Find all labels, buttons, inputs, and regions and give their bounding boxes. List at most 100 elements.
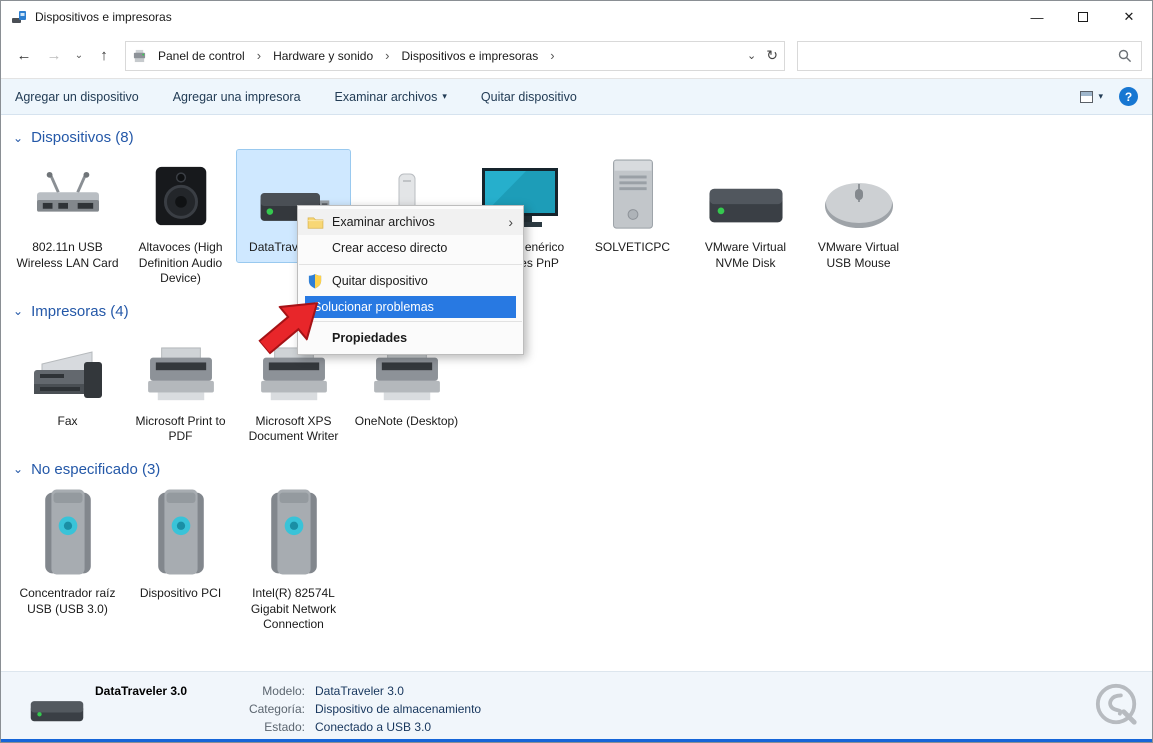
back-button[interactable]: ← (11, 42, 37, 70)
section-title: No especificado (3) (31, 460, 161, 478)
add-printer-button[interactable]: Agregar una impresora (173, 90, 301, 104)
add-device-button[interactable]: Agregar un dispositivo (15, 90, 139, 104)
devices-and-printers-window: { "window": { "title": "Dispositivos e i… (0, 0, 1153, 743)
remove-device-button[interactable]: Quitar dispositivo (481, 90, 577, 104)
section-header-no-especificado[interactable]: ⌄ No especificado (3) (13, 461, 1152, 478)
navigation-bar: ← → ⌄ ↑ Panel de control › Hardware y so… (1, 33, 1152, 79)
breadcrumb-item-panel-de-control[interactable]: Panel de control (153, 46, 250, 66)
speaker-icon (146, 154, 216, 236)
breadcrumb-item-dispositivos-e-impresoras[interactable]: Dispositivos e impresoras (396, 46, 543, 66)
menu-separator (299, 321, 522, 322)
device-label: Altavoces (High Definition Audio Device) (138, 240, 223, 286)
view-dropdown-caret-icon: ▾ (1098, 91, 1103, 101)
printer-tile-fax[interactable]: Fax (11, 324, 124, 436)
printer-label: Microsoft Print to PDF (135, 413, 226, 444)
property-label: Estado: (264, 720, 305, 734)
printer-icon (141, 328, 221, 410)
menu-item-label: Crear acceso directo (332, 241, 448, 255)
close-button[interactable]: ✕ (1106, 1, 1152, 33)
device-tile-intel-gigabit-network[interactable]: Intel(R) 82574L Gigabit Network Connecti… (237, 482, 350, 639)
minimize-button[interactable]: — (1014, 1, 1060, 33)
generic-device-icon (265, 486, 323, 582)
printer-tile-microsoft-print-to-pdf[interactable]: Microsoft Print to PDF (124, 324, 237, 451)
menu-item-label: Solucionar problemas (313, 300, 434, 314)
browse-files-button[interactable]: Examinar archivos ▾ (335, 90, 447, 104)
add-device-label: Agregar un dispositivo (15, 89, 139, 104)
property-value: Conectado a USB 3.0 (315, 720, 432, 734)
property-value: DataTraveler 3.0 (315, 684, 404, 698)
stylus-watermark-icon (1094, 682, 1140, 731)
devices-grid: 802.11n USB Wireless LAN Card Altavoces … (11, 149, 1152, 293)
window-bottom-accent (1, 739, 1152, 742)
titlebar: Dispositivos e impresoras — ✕ (1, 1, 1152, 33)
maximize-icon (1078, 12, 1088, 22)
breadcrumb-separator-icon: › (256, 48, 262, 63)
uac-shield-icon (306, 273, 324, 289)
collapse-chevron-icon: ⌄ (13, 462, 24, 477)
menu-separator (299, 264, 522, 265)
printer-label: OneNote (Desktop) (354, 413, 459, 428)
menu-item-label: Examinar archivos (332, 215, 435, 229)
wireless-lan-card-icon (28, 154, 108, 236)
property-row-estado: Estado: Conectado a USB 3.0 (227, 718, 481, 736)
refresh-icon[interactable]: ↻ (766, 47, 778, 64)
menu-item-solucionar-problemas[interactable]: Solucionar problemas (305, 296, 516, 318)
device-tile-altavoces[interactable]: Altavoces (High Definition Audio Device) (124, 150, 237, 293)
menu-item-crear-acceso-directo[interactable]: Crear acceso directo (298, 235, 523, 261)
device-tile-dispositivo-pci[interactable]: Dispositivo PCI (124, 482, 237, 608)
device-tile-concentrador-raiz-usb[interactable]: Concentrador raíz USB (USB 3.0) (11, 482, 124, 623)
menu-item-propiedades[interactable]: Propiedades (298, 325, 523, 351)
search-input[interactable] (798, 41, 1109, 70)
device-properties: Modelo: DataTraveler 3.0 Categoría: Disp… (227, 682, 481, 736)
location-icon (132, 49, 147, 63)
device-label: Concentrador raíz USB (USB 3.0) (19, 585, 116, 616)
app-icon (11, 9, 27, 25)
view-icon (1080, 90, 1094, 103)
window-controls: — ✕ (1014, 1, 1152, 33)
command-bar: Agregar un dispositivo Agregar una impre… (1, 79, 1152, 115)
change-view-button[interactable]: ▾ (1080, 90, 1103, 103)
window-title: Dispositivos e impresoras (35, 10, 172, 24)
maximize-button[interactable] (1060, 1, 1106, 33)
breadcrumb-separator-icon: › (385, 48, 390, 63)
device-label: Intel(R) 82574L Gigabit Network Connecti… (250, 585, 337, 632)
property-row-categoria: Categoría: Dispositivo de almacenamiento (227, 700, 481, 718)
device-tile-wireless-lan-card[interactable]: 802.11n USB Wireless LAN Card (11, 150, 124, 277)
menu-item-label: Quitar dispositivo (332, 274, 428, 288)
breadcrumb-item-hardware-y-sonido[interactable]: Hardware y sonido (268, 46, 378, 66)
dropdown-caret-icon: ▾ (442, 91, 447, 101)
collapse-chevron-icon: ⌄ (13, 304, 24, 319)
section-header-dispositivos[interactable]: ⌄ Dispositivos (8) (13, 129, 1152, 146)
disk-drive-icon (704, 154, 788, 236)
device-label: VMware Virtual NVMe Disk (704, 240, 787, 270)
device-tile-vmware-nvme-disk[interactable]: VMware Virtual NVMe Disk (689, 150, 802, 277)
folder-icon (306, 216, 324, 229)
device-label: SOLVETICPC (594, 240, 671, 254)
menu-item-quitar-dispositivo[interactable]: Quitar dispositivo (298, 268, 523, 294)
address-bar[interactable]: Panel de control › Hardware y sonido › D… (125, 40, 785, 71)
help-button[interactable]: ? (1119, 87, 1138, 106)
printers-grid: Fax Microsoft Print to PDF Microsoft XPS… (11, 324, 1152, 451)
selected-device-name: DataTraveler 3.0 (95, 684, 188, 698)
forward-button[interactable]: → (41, 42, 67, 70)
generic-device-icon (152, 486, 210, 582)
up-button[interactable]: ↑ (91, 42, 117, 70)
device-label: VMware Virtual USB Mouse (817, 240, 900, 270)
search-box (797, 40, 1142, 71)
section-header-impresoras[interactable]: ⌄ Impresoras (4) (13, 303, 1152, 320)
pc-tower-icon (605, 154, 661, 236)
address-dropdown-chevron-icon[interactable]: ⌄ (747, 49, 756, 62)
menu-item-examinar-archivos[interactable]: Examinar archivos › (298, 209, 523, 235)
items-view: ⌄ Dispositivos (8) 802.11n USB Wireless … (1, 115, 1152, 639)
device-tile-solveticpc[interactable]: SOLVETICPC (576, 150, 689, 262)
printer-label: Microsoft XPS Document Writer (248, 413, 339, 444)
context-menu: Examinar archivos › Crear acceso directo… (297, 205, 524, 355)
breadcrumb-separator-icon: › (550, 48, 555, 63)
property-label: Categoría: (248, 702, 305, 716)
recent-locations-chevron-icon[interactable]: ⌄ (71, 42, 87, 70)
search-icon[interactable] (1109, 49, 1141, 63)
browse-files-label: Examinar archivos (334, 89, 438, 104)
property-label: Modelo: (262, 684, 305, 698)
device-tile-vmware-usb-mouse[interactable]: VMware Virtual USB Mouse (802, 150, 915, 277)
add-printer-label: Agregar una impresora (172, 89, 301, 104)
